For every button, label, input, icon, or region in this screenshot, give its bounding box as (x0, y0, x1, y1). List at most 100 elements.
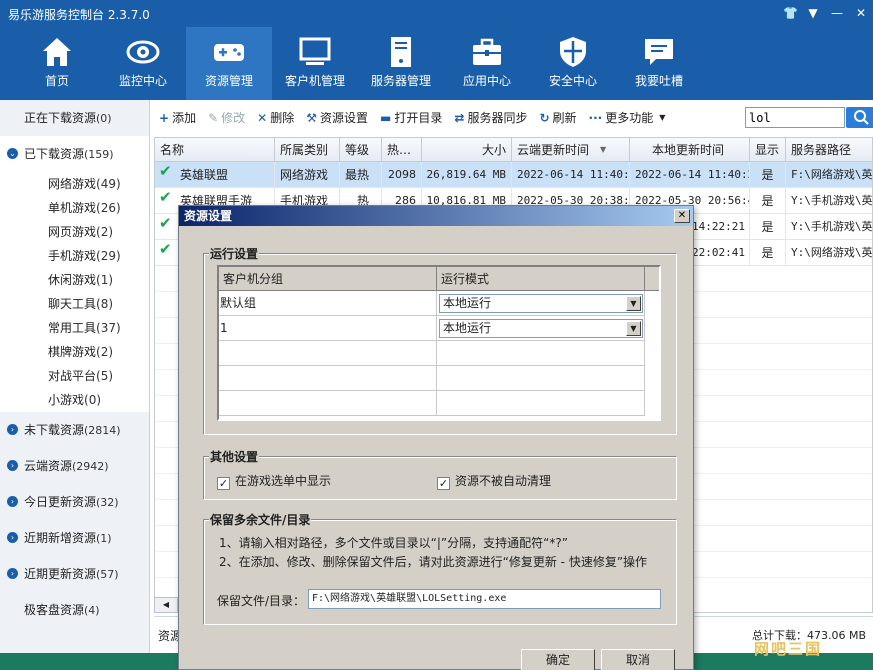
sidebar-label: 网页游戏 (48, 225, 97, 239)
col-run-mode[interactable]: 运行模式 (437, 267, 645, 291)
sidebar-subitem[interactable]: 小游戏(0) (0, 388, 149, 412)
check-icon: ✓ (437, 477, 450, 490)
nav-resources[interactable]: 资源管理 (186, 27, 272, 100)
table-row[interactable]: ✔ 英雄联盟 网络游戏 最热 2098 26,819.64 MB 2022-06… (155, 162, 872, 188)
sidebar-subitem[interactable]: 休闲游戏(1) (0, 268, 149, 292)
col-show[interactable]: 显示 (750, 138, 786, 162)
sidebar-count: (4) (84, 604, 100, 617)
run-mode-select[interactable]: 本地运行 ▼ (439, 294, 643, 313)
cancel-button[interactable]: 取消 (601, 649, 675, 670)
expand-icon[interactable]: › (7, 424, 18, 435)
sidebar-item-extreme-disk[interactable]: 极客盘资源(4) (0, 592, 149, 628)
toolbar: + 添加 ✎ 修改 ✕ 删除 ⚒ 资源设置 ▬ 打开目录 ⇄ 服务器同步 ↻ 刷新 ··· 更多… (153, 104, 873, 131)
sidebar-label: 对战平台 (48, 369, 97, 383)
more-button[interactable]: ··· 更多功能 ▼ (589, 109, 666, 126)
sidebar-subitem[interactable]: 聊天工具(8) (0, 292, 149, 316)
scroll-left-button[interactable]: ◀ (154, 597, 178, 613)
col-name[interactable]: 名称 (155, 138, 275, 162)
shirt-icon[interactable]: 👕 (783, 6, 798, 20)
sidebar-subitem[interactable]: 棋牌游戏(2) (0, 340, 149, 364)
toolbox-icon (473, 38, 501, 65)
run-mode-grid: 客户机分组 运行模式 默认组 本地运行 ▼ 1 本地运行 ▼ (217, 265, 661, 421)
sidebar-subitem[interactable]: 对战平台(5) (0, 364, 149, 388)
nav-label: 监控中心 (118, 74, 167, 88)
expand-icon[interactable]: › (7, 532, 18, 543)
collapse-icon[interactable]: ⌄ (7, 148, 18, 159)
table-header: 名称 所属类别 等级 热… 大小 云端更新时间 ▼ 本地更新时间 显示 服务器路径 (155, 138, 872, 162)
search-button[interactable] (846, 107, 873, 128)
empty-cell (219, 341, 437, 366)
keep-files-input[interactable]: F:\网络游戏\英雄联盟\LOLSetting.exe (308, 589, 661, 609)
open-dir-button[interactable]: ▬ 打开目录 (380, 109, 442, 126)
sidebar-count: (1) (96, 273, 114, 287)
sidebar-item-not-downloaded[interactable]: › 未下载资源(2814) (0, 412, 149, 448)
check-icon: ✔ (159, 214, 172, 232)
sidebar-subitem[interactable]: 网络游戏(49) (0, 172, 149, 196)
main-nav: 首页 监控中心 资源管理 客户机管理 服务器管理 应用中心 安全中心 我要吐槽 (14, 27, 702, 100)
sidebar-label: 棋牌游戏 (48, 345, 97, 359)
add-button[interactable]: + 添加 (159, 109, 196, 126)
ok-button[interactable]: 确定 (521, 649, 595, 670)
check-icon: ✔ (159, 162, 172, 180)
top-header: 易乐游服务控制台 2.3.7.0 👕 ▼ — ✕ 首页 监控中心 资源管理 客户… (0, 0, 873, 100)
refresh-button[interactable]: ↻ 刷新 (539, 109, 576, 126)
open-dir-label: 打开目录 (394, 111, 443, 125)
close-icon[interactable]: ✕ (855, 6, 867, 20)
keep-files-note-1: 1、请输入相对路径，多个文件或目录以“|”分隔，支持通配符“*?” (219, 536, 568, 550)
sidebar-item-recent-added[interactable]: › 近期新增资源(1) (0, 520, 149, 556)
sync-label: 服务器同步 (467, 111, 528, 125)
nav-feedback[interactable]: 我要吐槽 (616, 27, 702, 100)
minimize-icon[interactable]: — (831, 6, 843, 20)
col-size[interactable]: 大小 (422, 138, 512, 162)
sidebar-item-downloaded[interactable]: ⌄ 已下载资源(159) (0, 136, 149, 172)
dropdown-icon[interactable]: ▼ (807, 6, 819, 20)
run-mode-select[interactable]: 本地运行 ▼ (439, 319, 643, 338)
sidebar-subitem[interactable]: 单机游戏(26) (0, 196, 149, 220)
sidebar-count: (0) (84, 393, 102, 407)
sidebar-label: 休闲游戏 (48, 273, 97, 287)
edit-button[interactable]: ✎ 修改 (208, 109, 245, 126)
nav-home[interactable]: 首页 (14, 27, 100, 100)
run-mode-value: 本地运行 (443, 296, 492, 310)
expand-icon[interactable]: › (7, 496, 18, 507)
server-icon (391, 37, 411, 67)
nav-security[interactable]: 安全中心 (530, 27, 616, 100)
empty-cell (437, 366, 645, 391)
sidebar-subitem[interactable]: 网页游戏(2) (0, 220, 149, 244)
sidebar-label: 常用工具 (48, 321, 97, 335)
nav-servers[interactable]: 服务器管理 (358, 27, 444, 100)
close-icon[interactable]: ✕ (674, 209, 690, 223)
search-input[interactable] (745, 107, 845, 128)
sidebar-label: 聊天工具 (48, 297, 97, 311)
sidebar-item-today-updated[interactable]: › 今日更新资源(32) (0, 484, 149, 520)
nav-label: 首页 (44, 74, 69, 88)
sidebar-item-downloading[interactable]: 正在下载资源(0) (0, 100, 149, 136)
col-level[interactable]: 等级 (340, 138, 382, 162)
window-controls: 👕 ▼ — ✕ (783, 6, 867, 20)
show-in-menu-checkbox[interactable]: ✓ 在游戏选单中显示 (217, 472, 331, 490)
nav-clients[interactable]: 客户机管理 (272, 27, 358, 100)
sidebar-label: 近期更新资源 (24, 567, 97, 581)
sync-icon: ⇄ (454, 110, 465, 125)
delete-button[interactable]: ✕ 删除 (257, 109, 294, 126)
resource-settings-button[interactable]: ⚒ 资源设置 (306, 109, 368, 126)
gamepad-icon (214, 44, 244, 61)
sidebar-subitem[interactable]: 常用工具(37) (0, 316, 149, 340)
sidebar-item-recent-updated[interactable]: › 近期更新资源(57) (0, 556, 149, 592)
no-auto-clean-checkbox[interactable]: ✓ 资源不被自动清理 (437, 472, 551, 490)
col-client-group[interactable]: 客户机分组 (219, 267, 437, 291)
cell-heat: 2098 (382, 162, 422, 188)
empty-cell (219, 366, 437, 391)
col-category[interactable]: 所属类别 (275, 138, 340, 162)
sidebar-item-cloud[interactable]: › 云端资源(2942) (0, 448, 149, 484)
col-server-path[interactable]: 服务器路径 (786, 138, 872, 162)
server-sync-button[interactable]: ⇄ 服务器同步 (454, 109, 527, 126)
nav-monitor[interactable]: 监控中心 (100, 27, 186, 100)
nav-apps[interactable]: 应用中心 (444, 27, 530, 100)
expand-icon[interactable]: › (7, 568, 18, 579)
col-heat[interactable]: 热… (382, 138, 422, 162)
expand-icon[interactable]: › (7, 460, 18, 471)
sidebar-subitem[interactable]: 手机游戏(29) (0, 244, 149, 268)
col-local-time[interactable]: 本地更新时间 (630, 138, 750, 162)
col-cloud-time[interactable]: 云端更新时间 ▼ (512, 138, 630, 162)
